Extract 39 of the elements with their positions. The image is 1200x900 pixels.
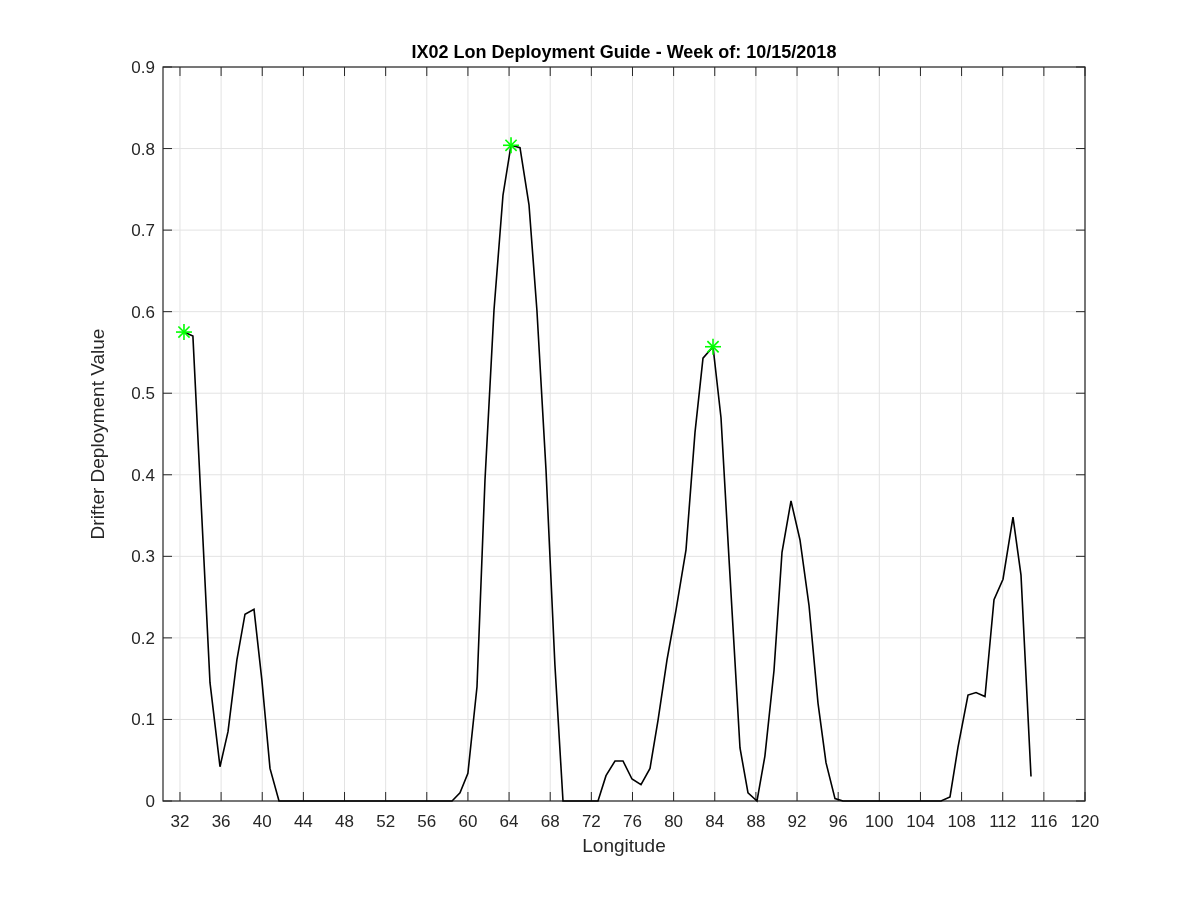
tick-label: 44 — [293, 812, 313, 831]
tick-label: 108 — [947, 812, 976, 831]
tick-label: 76 — [623, 812, 642, 831]
tick-label: 0 — [145, 792, 155, 811]
tick-label: 0.1 — [131, 710, 155, 730]
tick-label: 64 — [499, 812, 519, 831]
chart-title: IX02 Lon Deployment Guide - Week of: 10/15/2018 — [411, 42, 837, 62]
tick-label: 116 — [1030, 812, 1058, 831]
tick-label: 0.9 — [131, 58, 155, 77]
tick-label: 92 — [787, 812, 807, 831]
axis-label: Drifter Deployment Value — [87, 328, 108, 540]
tick-label: 60 — [458, 812, 478, 831]
tick-label: 84 — [705, 812, 725, 831]
axis-label: Longitude — [582, 835, 666, 856]
tick-label: 56 — [417, 812, 437, 831]
tick-label: 0.3 — [131, 547, 155, 567]
tick-label: 0.4 — [131, 465, 155, 485]
tick-label: 48 — [335, 812, 354, 831]
tick-label: 36 — [211, 812, 231, 831]
tick-label: 40 — [252, 812, 272, 831]
tick-label: 0.8 — [131, 139, 155, 159]
tick-label: 32 — [170, 812, 190, 831]
tick-label: 72 — [581, 812, 601, 831]
star-marker — [175, 323, 193, 341]
tick-label: 68 — [540, 812, 560, 831]
tick-label: 112 — [989, 812, 1017, 831]
tick-label: 52 — [376, 812, 396, 831]
tick-label: 120 — [1070, 812, 1100, 831]
tick-label: 88 — [746, 812, 766, 831]
star-marker — [502, 136, 520, 155]
tick-label: 0.6 — [131, 302, 155, 322]
tick-label: 0.7 — [131, 221, 155, 241]
tick-label: 100 — [865, 812, 894, 831]
tick-label: 80 — [664, 812, 684, 831]
star-marker — [704, 337, 722, 356]
tick-label: 96 — [828, 812, 848, 831]
tick-label: 0.2 — [131, 628, 155, 648]
tick-label: 0.5 — [131, 384, 155, 404]
tick-label: 104 — [906, 812, 935, 831]
